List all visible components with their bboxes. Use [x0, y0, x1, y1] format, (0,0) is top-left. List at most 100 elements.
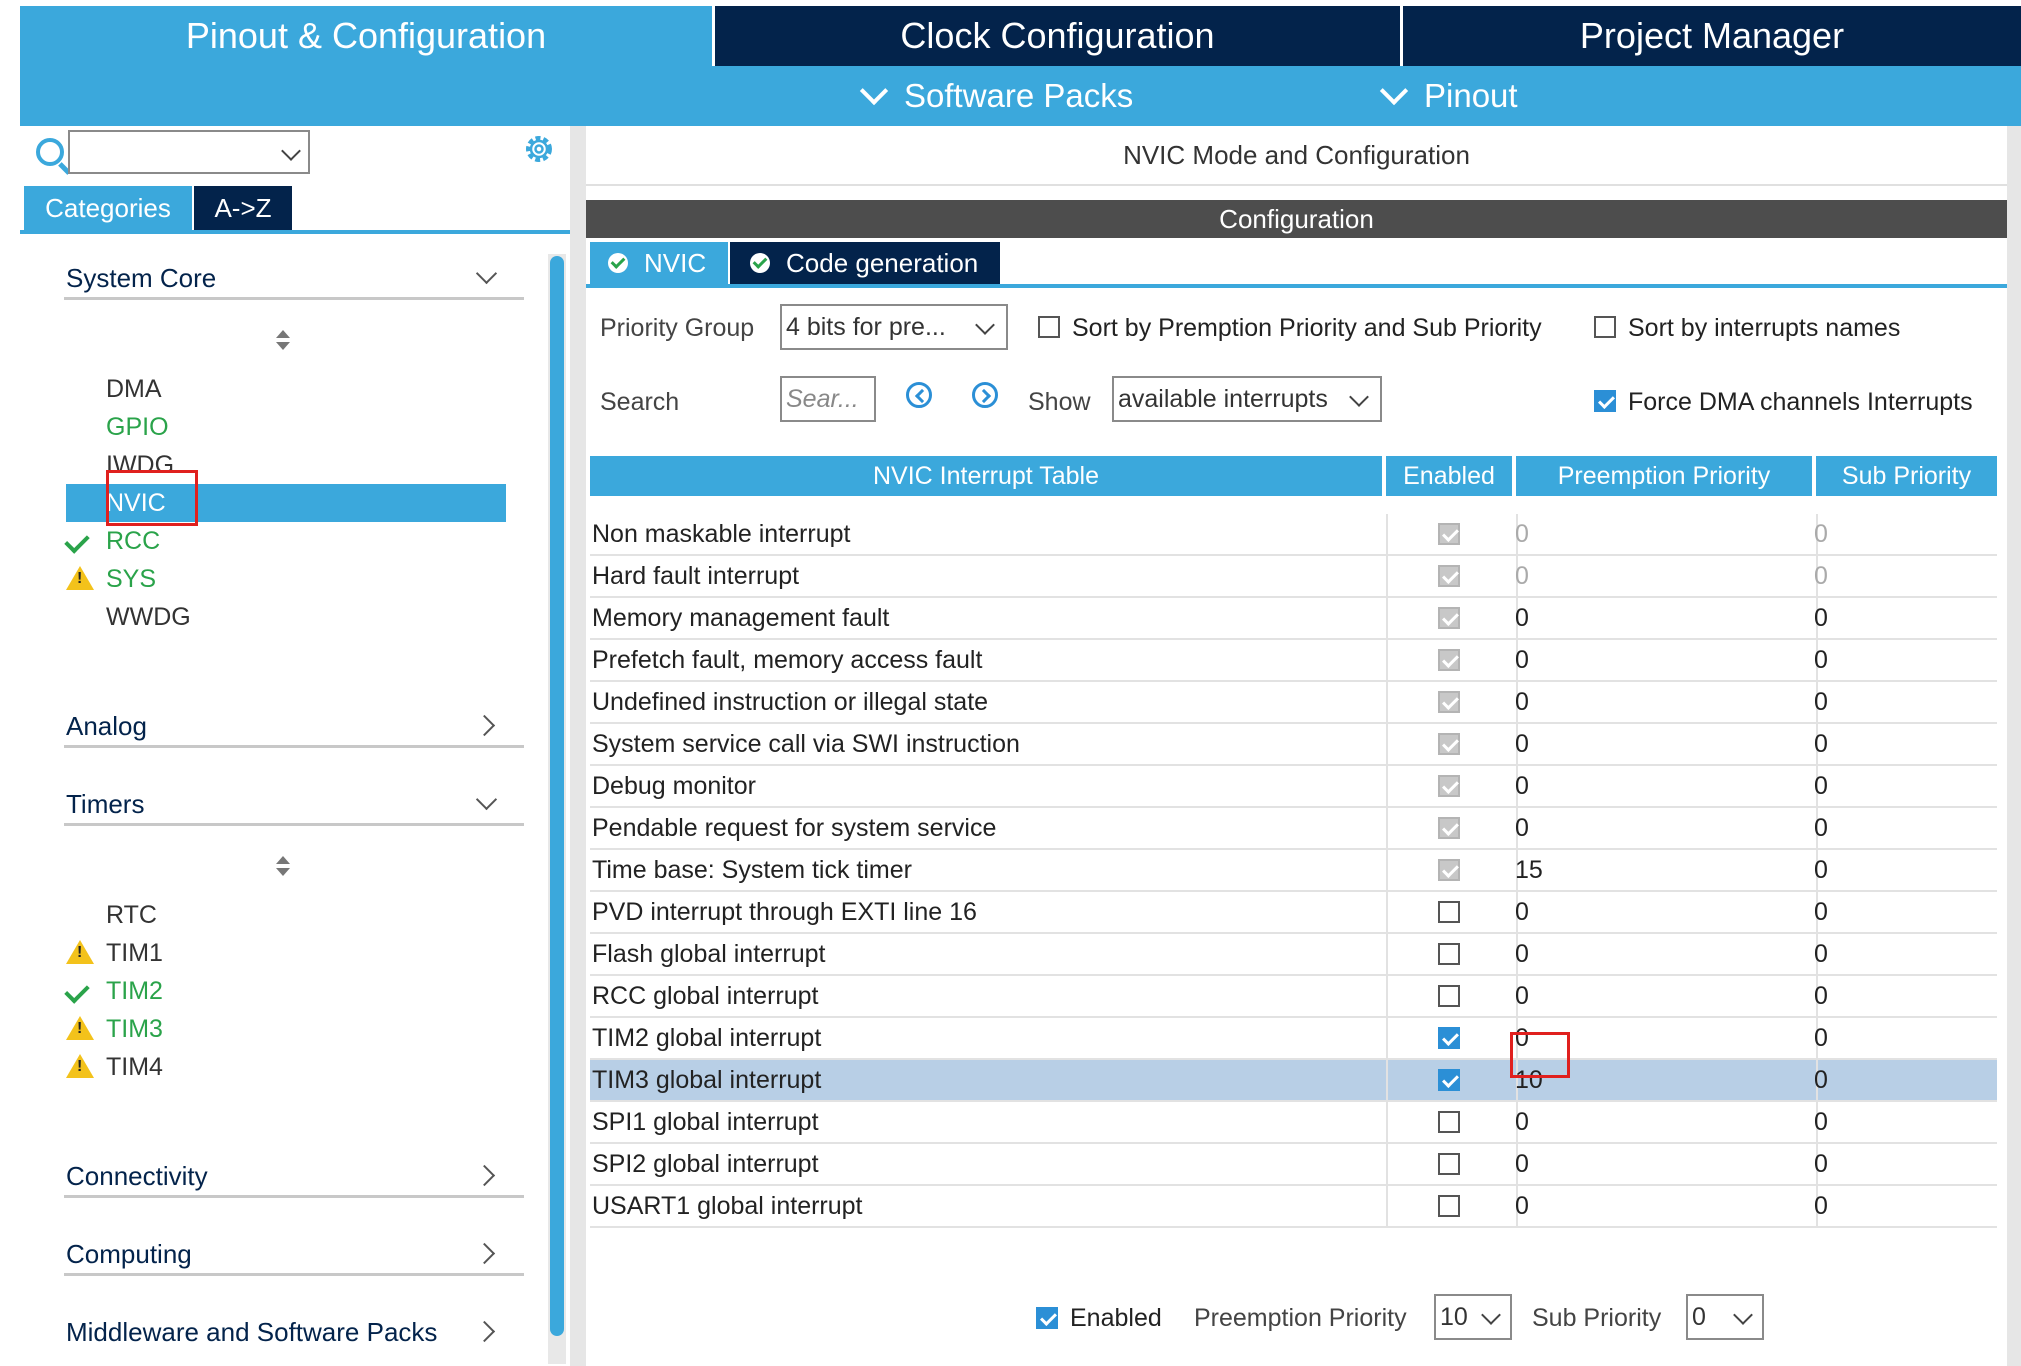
category-timers[interactable]: Timers [64, 782, 524, 826]
preemption-priority-cell[interactable]: 0 [1515, 976, 1529, 1016]
item-tim2[interactable]: TIM2 [64, 972, 506, 1010]
sub-priority-cell[interactable]: 0 [1814, 892, 1828, 932]
tab-code-generation[interactable]: Code generation [730, 242, 1000, 284]
preemption-priority-cell[interactable]: 0 [1515, 514, 1529, 554]
pinout-menu[interactable]: Pinout [1379, 66, 1518, 126]
sub-priority-cell[interactable]: 0 [1814, 1102, 1828, 1142]
force-dma-checkbox[interactable] [1594, 390, 1616, 412]
enabled-checkbox[interactable] [1438, 943, 1460, 965]
tab-clock-configuration[interactable]: Clock Configuration [712, 6, 1400, 66]
table-row[interactable]: Hard fault interrupt 0 0 [590, 556, 1997, 598]
preemption-priority-cell[interactable]: 0 [1515, 640, 1529, 680]
sub-priority-cell[interactable]: 0 [1814, 556, 1828, 596]
preemption-priority-cell[interactable]: 0 [1515, 1144, 1529, 1184]
tab-pinout-configuration[interactable]: Pinout & Configuration [20, 6, 712, 66]
enabled-checkbox[interactable] [1438, 649, 1460, 671]
category-computing[interactable]: Computing [64, 1232, 524, 1276]
preemption-priority-cell[interactable]: 0 [1515, 808, 1529, 848]
tab-project-manager[interactable]: Project Manager [1400, 6, 2021, 66]
search-previous-icon[interactable] [906, 382, 932, 408]
enabled-checkbox[interactable] [1438, 1111, 1460, 1133]
enabled-checkbox[interactable] [1438, 775, 1460, 797]
table-row[interactable]: Undefined instruction or illegal state 0 0 [590, 682, 1997, 724]
sub-priority-cell[interactable]: 0 [1814, 1060, 1828, 1100]
preemption-priority-cell[interactable]: 0 [1515, 1102, 1529, 1142]
preemption-priority-cell[interactable]: 0 [1515, 682, 1529, 722]
category-system-core[interactable]: System Core [64, 256, 524, 300]
preemption-priority-cell[interactable]: 0 [1515, 766, 1529, 806]
preemption-priority-cell[interactable]: 0 [1515, 1186, 1529, 1226]
category-middleware[interactable]: Middleware and Software Packs [66, 1310, 524, 1354]
sub-priority-cell[interactable]: 0 [1814, 514, 1828, 554]
table-row[interactable]: Pendable request for system service 0 0 [590, 808, 1997, 850]
search-icon[interactable] [36, 138, 64, 166]
category-connectivity[interactable]: Connectivity [64, 1154, 524, 1198]
enabled-checkbox[interactable] [1438, 985, 1460, 1007]
search-next-icon[interactable] [972, 382, 998, 408]
sub-priority-cell[interactable]: 0 [1814, 640, 1828, 680]
table-row[interactable]: TIM3 global interrupt 10 0 [590, 1060, 1997, 1102]
preemption-priority-cell[interactable]: 0 [1515, 892, 1529, 932]
sub-priority-cell[interactable]: 0 [1814, 1018, 1828, 1058]
sub-priority-cell[interactable]: 0 [1814, 934, 1828, 974]
enabled-checkbox[interactable] [1438, 859, 1460, 881]
enabled-checkbox[interactable] [1438, 607, 1460, 629]
table-row[interactable]: Time base: System tick timer 15 0 [590, 850, 1997, 892]
bottom-enabled-checkbox[interactable] [1036, 1307, 1058, 1329]
interrupt-search-input[interactable]: Sear... [780, 376, 876, 422]
sub-priority-cell[interactable]: 0 [1814, 976, 1828, 1016]
item-sys[interactable]: SYS [66, 560, 506, 598]
preemption-priority-cell[interactable]: 0 [1515, 934, 1529, 974]
header-interrupt-table[interactable]: NVIC Interrupt Table [590, 456, 1382, 496]
header-preemption-priority[interactable]: Preemption Priority [1516, 456, 1812, 496]
sub-priority-cell[interactable]: 0 [1814, 766, 1828, 806]
table-row[interactable]: PVD interrupt through EXTI line 16 0 0 [590, 892, 1997, 934]
left-scrollbar-thumb[interactable] [550, 256, 564, 1336]
table-row[interactable]: Debug monitor 0 0 [590, 766, 1997, 808]
preemption-priority-cell[interactable]: 0 [1515, 1018, 1529, 1058]
enabled-checkbox[interactable] [1438, 817, 1460, 839]
item-rtc[interactable]: RTC [66, 896, 506, 934]
item-wwdg[interactable]: WWDG [66, 598, 506, 636]
software-packs-menu[interactable]: Software Packs [859, 66, 1133, 126]
enabled-checkbox[interactable] [1438, 691, 1460, 713]
preemption-priority-cell[interactable]: 10 [1515, 1060, 1543, 1100]
table-row[interactable]: Memory management fault 0 0 [590, 598, 1997, 640]
item-dma[interactable]: DMA [66, 370, 506, 408]
table-row[interactable]: System service call via SWI instruction 0… [590, 724, 1997, 766]
category-search-combo[interactable] [68, 130, 310, 174]
sort-names-checkbox[interactable] [1594, 316, 1616, 338]
priority-group-select[interactable]: 4 bits for pre... [780, 304, 1008, 350]
sub-priority-cell[interactable]: 0 [1814, 598, 1828, 638]
sub-priority-cell[interactable]: 0 [1814, 850, 1828, 890]
header-enabled[interactable]: Enabled [1386, 456, 1512, 496]
enabled-checkbox[interactable] [1438, 565, 1460, 587]
sub-priority-cell[interactable]: 0 [1814, 1144, 1828, 1184]
table-row[interactable]: USART1 global interrupt 0 0 [590, 1186, 1997, 1228]
enabled-checkbox[interactable] [1438, 1069, 1460, 1091]
preemption-priority-cell[interactable]: 0 [1515, 598, 1529, 638]
enabled-checkbox[interactable] [1438, 901, 1460, 923]
header-sub-priority[interactable]: Sub Priority [1816, 456, 1997, 496]
item-tim3[interactable]: TIM3 [66, 1010, 506, 1048]
sub-priority-cell[interactable]: 0 [1814, 682, 1828, 722]
show-filter-select[interactable]: available interrupts [1112, 376, 1382, 422]
table-row[interactable]: Flash global interrupt 0 0 [590, 934, 1997, 976]
sub-priority-cell[interactable]: 0 [1814, 1186, 1828, 1226]
enabled-checkbox[interactable] [1438, 1027, 1460, 1049]
enabled-checkbox[interactable] [1438, 733, 1460, 755]
item-gpio[interactable]: GPIO [66, 408, 506, 446]
table-row[interactable]: Prefetch fault, memory access fault 0 0 [590, 640, 1997, 682]
item-rcc[interactable]: RCC [64, 522, 506, 560]
bottom-sub-select[interactable]: 0 [1686, 1294, 1764, 1340]
tab-a-to-z[interactable]: A->Z [194, 186, 292, 230]
sort-priority-checkbox[interactable] [1038, 316, 1060, 338]
sub-priority-cell[interactable]: 0 [1814, 808, 1828, 848]
sort-icon[interactable] [276, 330, 290, 352]
item-tim1[interactable]: TIM1 [66, 934, 506, 972]
table-row[interactable]: TIM2 global interrupt 0 0 [590, 1018, 1997, 1060]
table-row[interactable]: SPI2 global interrupt 0 0 [590, 1144, 1997, 1186]
item-nvic[interactable]: NVIC [66, 484, 506, 522]
enabled-checkbox[interactable] [1438, 1153, 1460, 1175]
table-row[interactable]: Non maskable interrupt 0 0 [590, 514, 1997, 556]
